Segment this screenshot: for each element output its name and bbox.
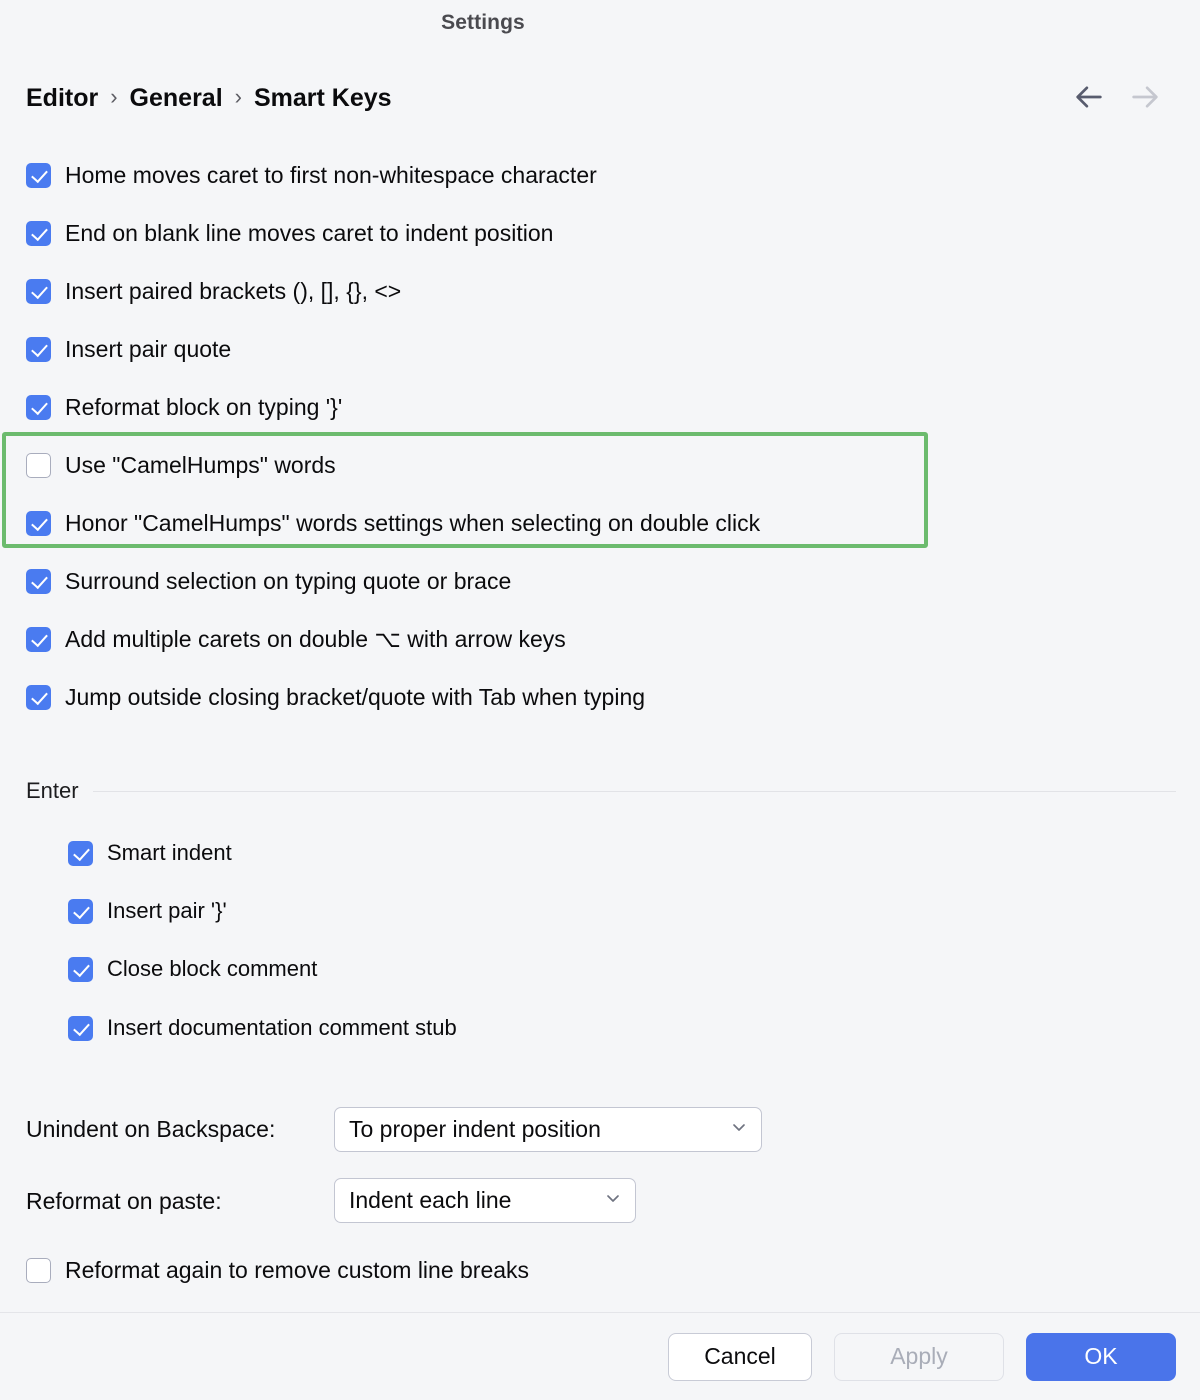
setting-row-unindent-on-backspace: Unindent on Backspace: [26, 1106, 275, 1152]
group-header-enter: Enter [26, 778, 1176, 804]
option-label: Honor "CamelHumps" words settings when s… [65, 509, 761, 536]
option-row-home-moves-caret[interactable]: Home moves caret to first non-whitespace… [26, 158, 597, 192]
checkbox-surround-selection[interactable] [26, 568, 51, 594]
option-label: End on blank line moves caret to indent … [65, 219, 554, 246]
option-row-smart-indent[interactable]: Smart indent [68, 836, 232, 870]
unindent-on-backspace-select[interactable]: To proper indent position [334, 1107, 762, 1152]
option-row-insert-pair-brace[interactable]: Insert pair '}' [68, 894, 227, 928]
option-label: Insert documentation comment stub [107, 1015, 457, 1040]
back-arrow-icon[interactable] [1072, 80, 1106, 114]
page-title: Settings [441, 11, 525, 34]
ok-button[interactable]: OK [1026, 1332, 1176, 1381]
breadcrumb-separator-icon: › [234, 84, 242, 109]
checkbox-insert-paired-brackets[interactable] [26, 278, 51, 304]
navigation-arrows [1072, 80, 1162, 114]
option-label: Insert paired brackets (), [], {}, <> [65, 277, 402, 304]
option-label: Insert pair '}' [107, 898, 227, 923]
checkbox-honor-camelhumps[interactable] [26, 510, 51, 536]
checkbox-use-camelhumps[interactable] [26, 452, 51, 478]
option-label: Jump outside closing bracket/quote with … [65, 683, 646, 710]
checkbox-insert-documentation-comment-stub[interactable] [68, 1015, 93, 1041]
checkbox-jump-outside-closing-bracket[interactable] [26, 684, 51, 710]
breadcrumb-item-general[interactable]: General [130, 84, 223, 113]
option-label: Add multiple carets on double ⌥ with arr… [65, 625, 566, 652]
dialog-button-bar: Cancel Apply OK [0, 1313, 1200, 1400]
checkbox-insert-pair-brace[interactable] [68, 898, 93, 924]
breadcrumb-separator-icon: › [110, 84, 118, 109]
chevron-down-icon [587, 1188, 623, 1213]
option-label: Smart indent [107, 840, 232, 865]
option-label: Insert pair quote [65, 335, 232, 362]
checkbox-reformat-again-remove-line-breaks[interactable] [26, 1257, 51, 1283]
cancel-button[interactable]: Cancel [668, 1332, 812, 1381]
option-row-insert-paired-brackets[interactable]: Insert paired brackets (), [], {}, <> [26, 274, 401, 308]
settings-dialog: Settings Editor › General › Smart Keys H… [0, 0, 1200, 1400]
checkbox-smart-indent[interactable] [68, 840, 93, 866]
dialog-title-bar: Settings [0, 0, 966, 46]
select-value: To proper indent position [349, 1116, 601, 1142]
option-row-surround-selection[interactable]: Surround selection on typing quote or br… [26, 564, 511, 598]
option-label: Reformat block on typing '}' [65, 393, 343, 420]
checkbox-insert-pair-quote[interactable] [26, 336, 51, 362]
apply-button: Apply [834, 1332, 1004, 1381]
setting-row-reformat-on-paste: Reformat on paste: [26, 1178, 222, 1224]
breadcrumb: Editor › General › Smart Keys [26, 78, 392, 118]
option-row-insert-documentation-comment-stub[interactable]: Insert documentation comment stub [68, 1011, 457, 1045]
option-row-jump-outside-closing-bracket[interactable]: Jump outside closing bracket/quote with … [26, 680, 645, 714]
option-row-reformat-block-on-typing[interactable]: Reformat block on typing '}' [26, 390, 342, 424]
reformat-on-paste-select[interactable]: Indent each line [334, 1178, 636, 1223]
checkbox-end-on-blank-line[interactable] [26, 220, 51, 246]
option-row-close-block-comment[interactable]: Close block comment [68, 952, 317, 986]
option-row-insert-pair-quote[interactable]: Insert pair quote [26, 332, 231, 366]
option-row-end-on-blank-line[interactable]: End on blank line moves caret to indent … [26, 216, 553, 250]
group-title: Enter [26, 778, 79, 803]
option-label: Close block comment [107, 956, 318, 981]
option-label: Surround selection on typing quote or br… [65, 567, 512, 594]
option-row-reformat-again-remove-line-breaks[interactable]: Reformat again to remove custom line bre… [26, 1253, 529, 1287]
option-row-add-multiple-carets[interactable]: Add multiple carets on double ⌥ with arr… [26, 622, 566, 656]
option-label: Use "CamelHumps" words [65, 451, 336, 478]
checkbox-add-multiple-carets[interactable] [26, 626, 51, 652]
option-row-use-camelhumps[interactable]: Use "CamelHumps" words [26, 448, 336, 482]
setting-label: Unindent on Backspace: [26, 1115, 276, 1142]
checkbox-close-block-comment[interactable] [68, 956, 93, 982]
setting-label: Reformat on paste: [26, 1187, 222, 1214]
option-label: Home moves caret to first non-whitespace… [65, 161, 597, 188]
chevron-down-icon [713, 1117, 749, 1142]
option-row-honor-camelhumps[interactable]: Honor "CamelHumps" words settings when s… [26, 506, 760, 540]
breadcrumb-item-smart-keys: Smart Keys [253, 83, 392, 112]
select-value: Indent each line [349, 1187, 512, 1213]
breadcrumb-item-editor[interactable]: Editor [26, 84, 98, 113]
checkbox-home-moves-caret[interactable] [26, 162, 51, 188]
forward-arrow-icon [1128, 80, 1162, 114]
group-divider [92, 790, 1176, 792]
option-label: Reformat again to remove custom line bre… [65, 1256, 530, 1283]
checkbox-reformat-block-on-typing[interactable] [26, 394, 51, 420]
